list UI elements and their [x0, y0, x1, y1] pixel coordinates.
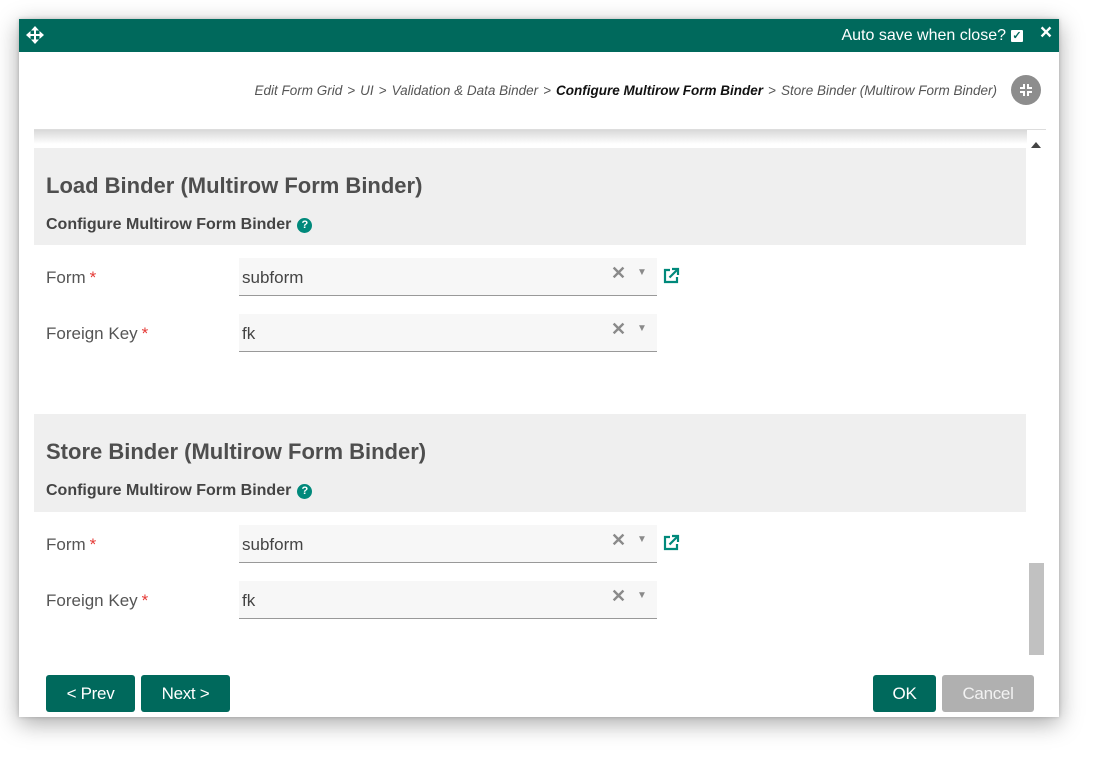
store-foreign-key-row: Foreign Key * fk ✕ ▼	[34, 581, 1026, 619]
required-mark: *	[141, 324, 149, 343]
help-icon[interactable]: ?	[297, 483, 313, 499]
store-foreign-key-value: fk	[242, 591, 256, 610]
store-binder-title: Store Binder (Multirow Form Binder)	[46, 439, 427, 464]
store-form-select[interactable]: subform ✕ ▼	[239, 525, 657, 563]
prev-button[interactable]: < Prev	[46, 675, 135, 712]
breadcrumb-separator: >	[378, 83, 387, 98]
load-form-label-text: Form	[46, 268, 86, 287]
breadcrumb-item-ui[interactable]: UI	[360, 83, 374, 98]
external-link-icon[interactable]	[662, 267, 680, 285]
store-foreign-key-label: Foreign Key *	[46, 591, 148, 611]
required-mark: *	[141, 591, 149, 610]
caret-down-icon[interactable]: ▼	[637, 267, 647, 278]
load-form-select[interactable]: subform ✕ ▼	[239, 258, 657, 296]
scroll-up-arrow[interactable]	[1031, 142, 1041, 148]
required-mark: *	[89, 268, 97, 287]
store-binder-header: Store Binder (Multirow Form Binder) Conf…	[34, 414, 1026, 512]
clear-icon[interactable]: ✕	[611, 263, 626, 284]
move-icon[interactable]	[26, 26, 44, 44]
autosave-label: Auto save when close?	[841, 27, 1006, 44]
breadcrumb-separator: >	[768, 83, 776, 98]
store-form-row: Form * subform ✕ ▼	[34, 525, 1026, 563]
next-button[interactable]: Next >	[141, 675, 230, 712]
store-binder-subtitle-text: Configure Multirow Form Binder	[46, 482, 292, 499]
autosave-toggle[interactable]: Auto save when close? ✓	[841, 27, 1023, 45]
external-link-icon[interactable]	[662, 534, 680, 552]
load-binder-subtitle: Configure Multirow Form Binder ?	[46, 216, 313, 234]
load-binder-title: Load Binder (Multirow Form Binder)	[46, 173, 423, 198]
load-foreign-key-value: fk	[242, 324, 256, 343]
checkbox-icon[interactable]: ✓	[1011, 30, 1023, 42]
store-foreign-key-label-text: Foreign Key	[46, 591, 138, 610]
breadcrumb-item-store-binder[interactable]: Store Binder (Multirow Form Binder)	[781, 83, 997, 98]
load-binder-header: Load Binder (Multirow Form Binder) Confi…	[34, 148, 1026, 245]
load-foreign-key-label-text: Foreign Key	[46, 324, 138, 343]
scroll-thumb[interactable]	[1029, 563, 1044, 655]
dialog: Auto save when close? ✓ × Edit Form Grid…	[19, 19, 1059, 717]
load-foreign-key-row: Foreign Key * fk ✕ ▼	[34, 314, 1026, 352]
load-form-label: Form *	[46, 268, 96, 288]
store-foreign-key-select[interactable]: fk ✕ ▼	[239, 581, 657, 619]
store-form-label: Form *	[46, 535, 96, 555]
load-form-row: Form * subform ✕ ▼	[34, 258, 1026, 296]
close-icon[interactable]: ×	[1037, 22, 1055, 44]
collapse-icon	[1020, 84, 1032, 96]
collapse-button[interactable]	[1011, 75, 1041, 105]
vertical-scrollbar[interactable]	[1027, 130, 1046, 661]
caret-down-icon[interactable]: ▼	[637, 323, 647, 334]
titlebar[interactable]: Auto save when close? ✓ ×	[19, 19, 1059, 52]
clear-icon[interactable]: ✕	[611, 586, 626, 607]
breadcrumb-item-edit-form-grid[interactable]: Edit Form Grid	[255, 83, 343, 98]
store-form-value: subform	[242, 535, 304, 554]
load-foreign-key-select[interactable]: fk ✕ ▼	[239, 314, 657, 352]
breadcrumb-item-current: Configure Multirow Form Binder	[556, 83, 764, 98]
required-mark: *	[89, 535, 97, 554]
cancel-button[interactable]: Cancel	[942, 675, 1034, 712]
store-form-label-text: Form	[46, 535, 86, 554]
help-icon[interactable]: ?	[297, 217, 313, 233]
breadcrumb: Edit Form Grid > UI > Validation & Data Bind…	[255, 83, 997, 98]
load-form-value: subform	[242, 268, 304, 287]
breadcrumb-item-validation[interactable]: Validation & Data Binder	[392, 83, 539, 98]
clear-icon[interactable]: ✕	[611, 319, 626, 340]
breadcrumb-separator: >	[347, 83, 356, 98]
ok-button[interactable]: OK	[873, 675, 936, 712]
load-binder-subtitle-text: Configure Multirow Form Binder	[46, 216, 292, 233]
breadcrumb-separator: >	[543, 83, 552, 98]
clear-icon[interactable]: ✕	[611, 530, 626, 551]
caret-down-icon[interactable]: ▼	[637, 534, 647, 545]
load-foreign-key-label: Foreign Key *	[46, 324, 148, 344]
content-panel[interactable]: Load Binder (Multirow Form Binder) Confi…	[34, 129, 1046, 661]
content-shadow	[34, 130, 1046, 144]
footer: < Prev Next > OK Cancel	[19, 662, 1059, 717]
store-binder-subtitle: Configure Multirow Form Binder ?	[46, 482, 313, 500]
caret-down-icon[interactable]: ▼	[637, 590, 647, 601]
